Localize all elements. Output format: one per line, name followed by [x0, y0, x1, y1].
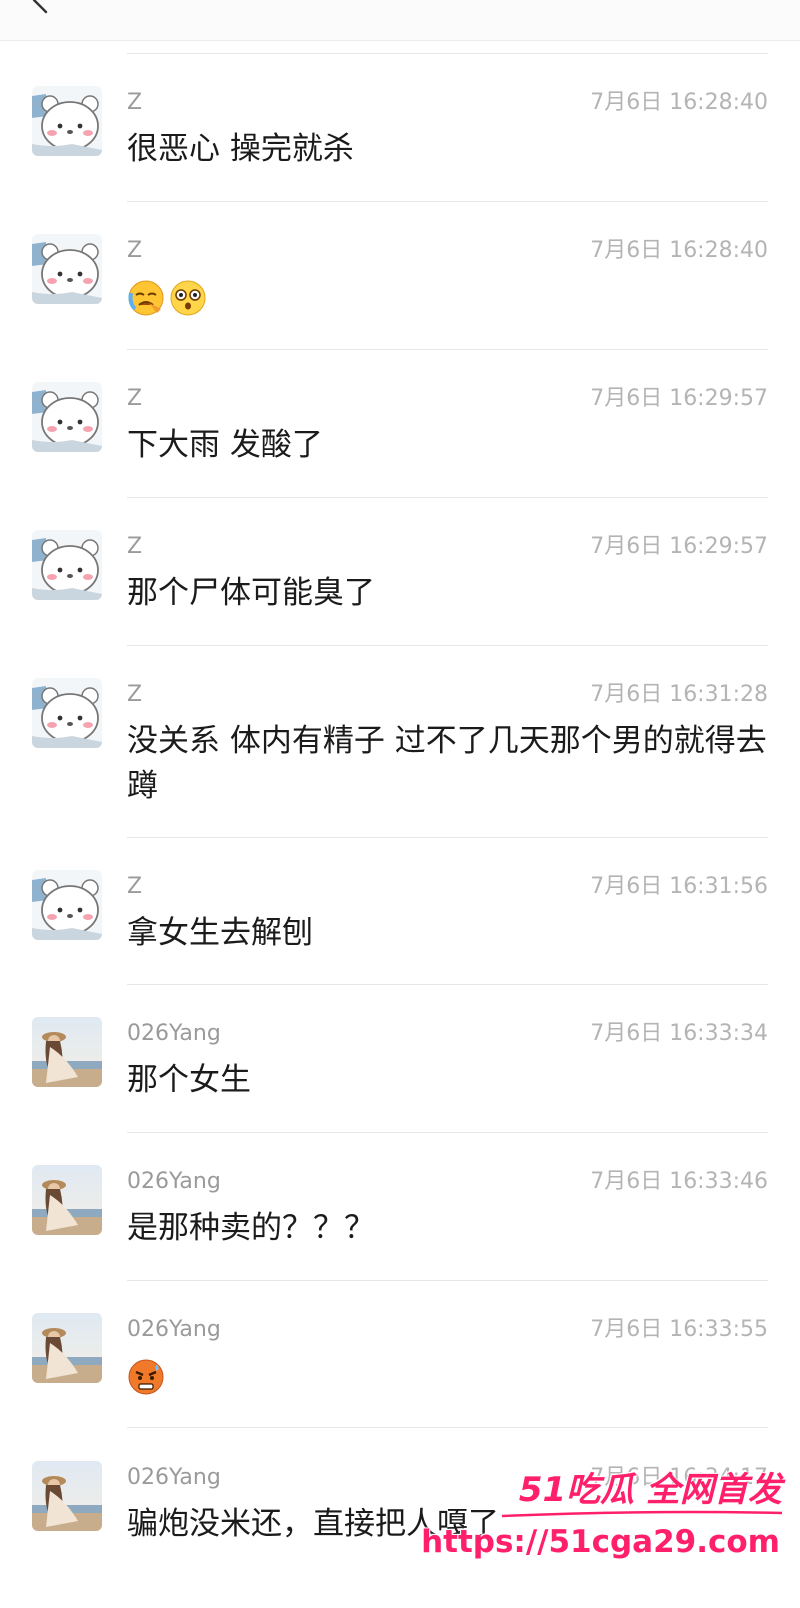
watermark-swoosh-icon [502, 1510, 782, 1518]
sender-name[interactable]: Z [127, 238, 142, 264]
message-text: 是那种卖的？？？ [127, 1210, 375, 1246]
message-divider [127, 1427, 768, 1428]
emoji-message [127, 279, 207, 317]
photo-avatar-icon[interactable] [32, 1017, 102, 1087]
top-bar [0, 0, 800, 41]
message-divider [127, 201, 768, 202]
message-timestamp: 7月6日 16:33:34 [590, 1021, 768, 1046]
message-divider [127, 1280, 768, 1281]
crying-emoji-icon [127, 279, 165, 317]
message-timestamp: 7月6日 16:28:40 [590, 238, 768, 263]
message-timestamp: 7月6日 16:28:40 [590, 90, 768, 115]
sender-name[interactable]: 026Yang [127, 1021, 221, 1047]
message-timestamp: 7月6日 16:31:56 [590, 874, 768, 899]
message-text: 下大雨 发酸了 [127, 427, 323, 463]
bear-avatar-icon[interactable] [32, 678, 102, 748]
message-divider [127, 497, 768, 498]
message-timestamp: 7月6日 16:33:55 [590, 1317, 768, 1342]
sender-name[interactable]: Z [127, 874, 142, 900]
bear-avatar-icon[interactable] [32, 234, 102, 304]
sender-name[interactable]: Z [127, 90, 142, 116]
photo-avatar-icon[interactable] [32, 1461, 102, 1531]
message-divider [127, 984, 768, 985]
watermark-brand: 51吃瓜 全网首发 [518, 1470, 782, 1510]
sender-name[interactable]: Z [127, 534, 142, 560]
shocked-emoji-icon [169, 279, 207, 317]
sender-name[interactable]: Z [127, 386, 142, 412]
message-timestamp: 7月6日 16:29:57 [590, 534, 768, 559]
bear-avatar-icon[interactable] [32, 530, 102, 600]
message-divider [127, 53, 768, 54]
message-text: 没关系 体内有精子 过不了几天那个男的就得去蹲 [127, 723, 767, 804]
message-timestamp: 7月6日 16:29:57 [590, 386, 768, 411]
sender-name[interactable]: Z [127, 682, 142, 708]
back-arrow-icon[interactable] [30, 0, 52, 14]
message-text: 那个尸体可能臭了 [127, 575, 375, 611]
message-text: 那个女生 [127, 1062, 251, 1098]
message-timestamp: 7月6日 16:33:46 [590, 1169, 768, 1194]
watermark: 51吃瓜 全网首发 https://51cga29.com [421, 1458, 782, 1598]
sender-name[interactable]: 026Yang [127, 1169, 221, 1195]
emoji-message [127, 1358, 165, 1396]
message-timestamp: 7月6日 16:31:28 [590, 682, 768, 707]
sender-name[interactable]: 026Yang [127, 1465, 221, 1491]
watermark-url: https://51cga29.com [421, 1524, 780, 1560]
message-divider [127, 349, 768, 350]
bear-avatar-icon[interactable] [32, 86, 102, 156]
bear-avatar-icon[interactable] [32, 870, 102, 940]
message-divider [127, 645, 768, 646]
angry-sweat-emoji-icon [127, 1358, 165, 1396]
message-divider [127, 1132, 768, 1133]
message-text: 拿女生去解刨 [127, 915, 313, 951]
photo-avatar-icon[interactable] [32, 1313, 102, 1383]
message-divider [127, 837, 768, 838]
message-text: 很恶心 操完就杀 [127, 131, 354, 167]
bear-avatar-icon[interactable] [32, 382, 102, 452]
photo-avatar-icon[interactable] [32, 1165, 102, 1235]
sender-name[interactable]: 026Yang [127, 1317, 221, 1343]
